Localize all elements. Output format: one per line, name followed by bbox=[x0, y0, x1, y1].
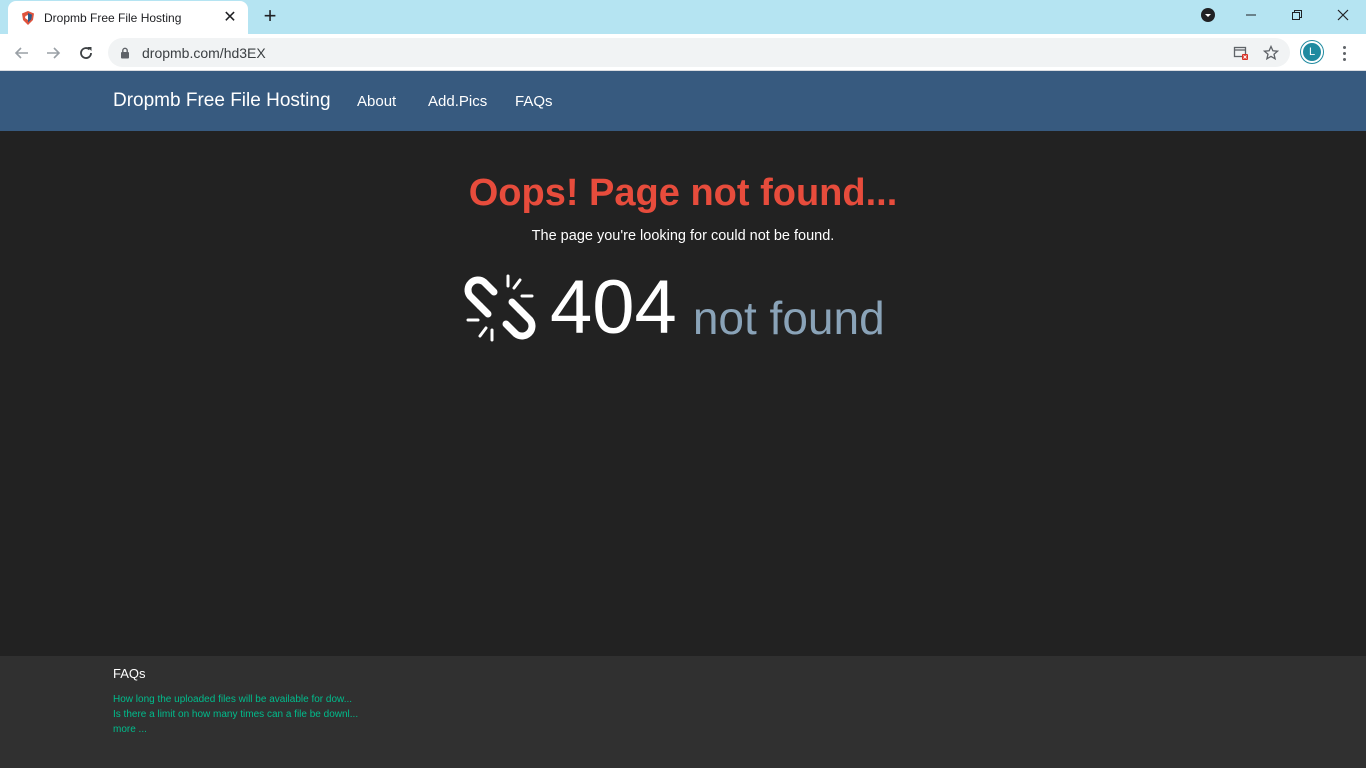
browser-tabstrip: Dropmb Free File Hosting ✕ + bbox=[0, 0, 1366, 34]
faq-link[interactable]: Is there a limit on how many times can a… bbox=[113, 707, 358, 722]
new-tab-button[interactable]: + bbox=[259, 5, 281, 28]
bookmark-star-icon[interactable] bbox=[1260, 42, 1282, 64]
blocked-popup-icon[interactable] bbox=[1230, 42, 1252, 64]
error-message: The page you're looking for could not be… bbox=[531, 228, 835, 244]
faq-link[interactable]: How long the uploaded files will be avai… bbox=[113, 692, 358, 707]
window-close-icon[interactable] bbox=[1320, 0, 1366, 30]
broken-link-icon bbox=[464, 272, 536, 344]
list-item: How long the uploaded files will be avai… bbox=[113, 692, 358, 707]
lock-icon[interactable] bbox=[120, 46, 134, 60]
site-footer: FAQs How long the uploaded files will be… bbox=[0, 656, 1366, 768]
nav-link-about[interactable]: About bbox=[357, 93, 396, 110]
minimize-icon[interactable] bbox=[1228, 0, 1274, 30]
nav-link-faqs[interactable]: FAQs bbox=[515, 93, 553, 110]
site-brand-link[interactable]: Dropmb Free File Hosting bbox=[113, 90, 331, 112]
error-code-row: 404 not found bbox=[464, 268, 885, 348]
error-heading: Oops! Page not found... bbox=[468, 172, 898, 214]
back-arrow-icon[interactable] bbox=[8, 39, 36, 67]
tab-title: Dropmb Free File Hosting bbox=[44, 10, 182, 25]
footer-faqs-title: FAQs bbox=[113, 666, 146, 681]
tab-search-icon[interactable] bbox=[1198, 0, 1218, 30]
site-navbar: Dropmb Free File Hosting About Add.Pics … bbox=[0, 71, 1366, 131]
error-code: 404 bbox=[550, 265, 677, 350]
nav-link-add-pics[interactable]: Add.Pics bbox=[428, 93, 487, 110]
restore-icon[interactable] bbox=[1274, 0, 1320, 30]
site-favicon-icon bbox=[20, 10, 36, 26]
browser-toolbar: dropmb.com/hd3EX L bbox=[0, 34, 1366, 71]
main-content: Oops! Page not found... The page you're … bbox=[0, 131, 1366, 656]
tab-close-icon[interactable]: ✕ bbox=[222, 9, 238, 26]
browser-menu-icon[interactable] bbox=[1334, 41, 1354, 65]
error-code-text: not found bbox=[692, 292, 885, 344]
footer-faq-list: How long the uploaded files will be avai… bbox=[113, 692, 358, 722]
faq-more-link[interactable]: more ... bbox=[113, 722, 147, 737]
address-bar[interactable]: dropmb.com/hd3EX bbox=[108, 38, 1290, 67]
reload-icon[interactable] bbox=[72, 39, 100, 67]
forward-arrow-icon[interactable] bbox=[39, 39, 67, 67]
profile-avatar[interactable]: L bbox=[1301, 41, 1323, 63]
list-item: Is there a limit on how many times can a… bbox=[113, 707, 358, 722]
browser-tab[interactable]: Dropmb Free File Hosting ✕ bbox=[8, 1, 248, 34]
url-text: dropmb.com/hd3EX bbox=[142, 44, 266, 61]
